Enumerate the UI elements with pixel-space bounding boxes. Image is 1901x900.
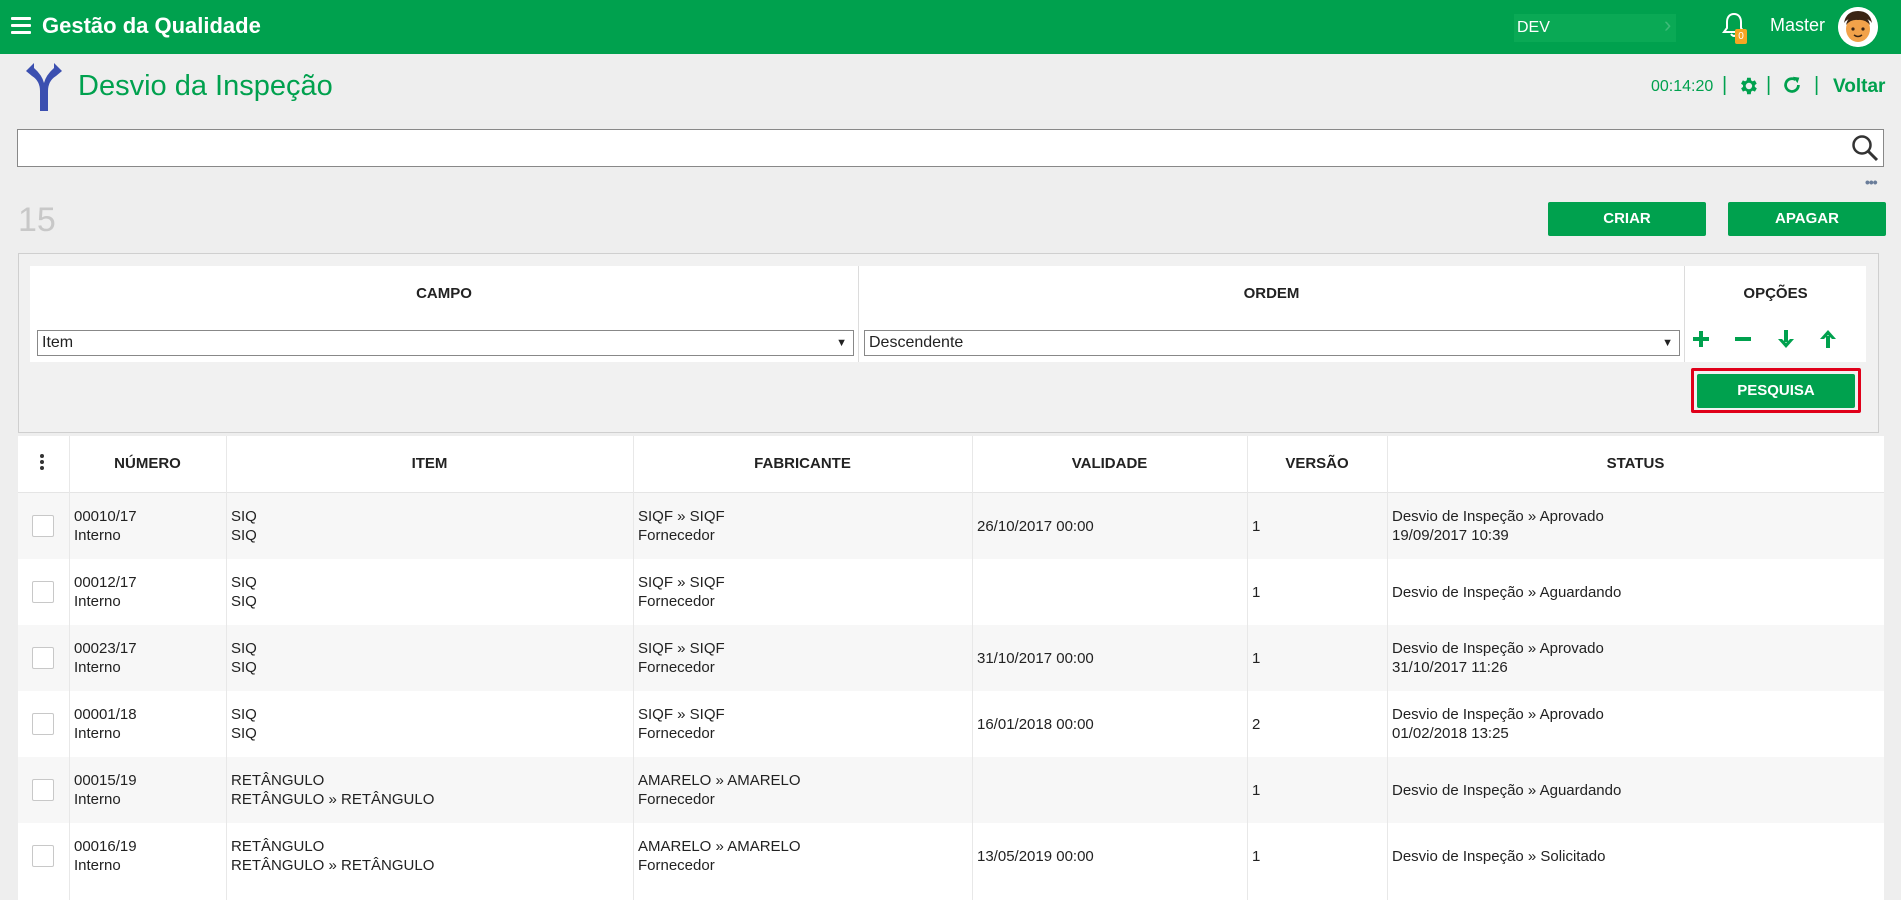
- gear-icon[interactable]: [1737, 75, 1759, 97]
- cell-fabricante: SIQF » SIQF Fornecedor: [638, 706, 725, 742]
- cell-validade: 26/10/2017 00:00: [977, 518, 1094, 535]
- cell-versao: 1: [1252, 518, 1261, 535]
- row-checkbox[interactable]: [32, 581, 54, 603]
- kebab-menu-icon[interactable]: [40, 454, 44, 470]
- cell-numero: 00001/18 Interno: [74, 706, 137, 742]
- back-link[interactable]: Voltar: [1833, 76, 1885, 98]
- search-bar: [17, 129, 1884, 167]
- cell-numero: 00023/17 Interno: [74, 640, 137, 676]
- row-checkbox[interactable]: [32, 713, 54, 735]
- field-select-value: Item: [42, 334, 74, 351]
- column-header-item[interactable]: ITEM: [226, 436, 633, 492]
- cell-numero: 00010/17 Interno: [74, 508, 137, 544]
- field-select[interactable]: Item ▼: [37, 330, 854, 356]
- cell-numero: 00012/17 Interno: [74, 574, 137, 610]
- table-row[interactable]: 00001/18 Interno SIQ SIQ SIQF » SIQF Fornec…: [18, 691, 1884, 757]
- sort-column-campo: CAMPO: [416, 285, 472, 302]
- cell-item: SIQ SIQ: [231, 706, 257, 742]
- cell-item: SIQ SIQ: [231, 508, 257, 544]
- table-row[interactable]: 00010/17 Interno SIQ SIQ SIQF » SIQF Fornec…: [18, 493, 1884, 559]
- cell-numero: 00016/19 Interno: [74, 838, 137, 874]
- column-header-status[interactable]: STATUS: [1387, 436, 1884, 492]
- cell-item: SIQ SIQ: [231, 574, 257, 610]
- cell-status: Desvio de Inspeção » Solicitado: [1392, 848, 1606, 865]
- app-title: Gestão da Qualidade: [42, 13, 261, 38]
- plus-icon[interactable]: [1690, 328, 1712, 350]
- row-checkbox[interactable]: [32, 845, 54, 867]
- cell-validade: 13/05/2019 00:00: [977, 848, 1094, 865]
- cell-fabricante: SIQF » SIQF Fornecedor: [638, 640, 725, 676]
- arrow-up-icon[interactable]: [1817, 328, 1839, 350]
- cell-item: RETÂNGULO RETÂNGULO » RETÂNGULO: [231, 772, 435, 808]
- cell-versao: 1: [1252, 782, 1261, 799]
- search-icon[interactable]: [1851, 134, 1879, 162]
- row-checkbox[interactable]: [32, 515, 54, 537]
- cell-versao: 1: [1252, 650, 1261, 667]
- search-button[interactable]: PESQUISA: [1697, 374, 1855, 408]
- order-select[interactable]: Descendente ▼: [864, 330, 1680, 356]
- column-header-numero[interactable]: NÚMERO: [69, 436, 226, 492]
- create-button[interactable]: CRIAR: [1548, 202, 1706, 236]
- sort-column-opcoes: OPÇÕES: [1743, 285, 1808, 302]
- row-checkbox[interactable]: [32, 779, 54, 801]
- separator: |: [1722, 74, 1728, 96]
- cell-status: Desvio de Inspeção » Aprovado 19/09/2017 …: [1392, 508, 1604, 544]
- environment-selector[interactable]: DEV: [1514, 14, 1676, 42]
- arrow-down-icon[interactable]: [1775, 328, 1797, 350]
- notification-badge: 0: [1735, 29, 1747, 44]
- sort-column-ordem: ORDEM: [1243, 285, 1300, 302]
- cell-numero: 00015/19 Interno: [74, 772, 137, 808]
- cell-status: Desvio de Inspeção » Aprovado 01/02/2018 …: [1392, 706, 1604, 742]
- cell-item: SIQ SIQ: [231, 640, 257, 676]
- avatar[interactable]: [1838, 7, 1878, 47]
- cell-versao: 1: [1252, 848, 1261, 865]
- minus-icon[interactable]: [1732, 328, 1754, 350]
- dropdown-arrow-icon: ▼: [836, 337, 847, 349]
- cell-status: Desvio de Inspeção » Aguardando: [1392, 584, 1622, 601]
- row-checkbox[interactable]: [32, 647, 54, 669]
- delete-button[interactable]: APAGAR: [1728, 202, 1886, 236]
- table-row[interactable]: 00023/17 Interno SIQ SIQ SIQF » SIQF Fornec…: [18, 625, 1884, 691]
- page-title: Desvio da Inspeção: [78, 70, 333, 102]
- top-bar: Gestão da Qualidade DEV › 0 Master: [0, 0, 1901, 54]
- hamburger-menu-icon[interactable]: [11, 17, 31, 35]
- refresh-icon[interactable]: [1781, 74, 1803, 96]
- cell-fabricante: SIQF » SIQF Fornecedor: [638, 508, 725, 544]
- more-options-icon[interactable]: •••: [1865, 174, 1878, 190]
- fork-icon: [26, 63, 62, 111]
- cell-versao: 2: [1252, 716, 1261, 733]
- record-count: 15: [18, 201, 56, 239]
- session-timer: 00:14:20: [1651, 78, 1714, 95]
- cell-status: Desvio de Inspeção » Aguardando: [1392, 782, 1622, 799]
- search-input[interactable]: [18, 130, 1854, 164]
- dropdown-arrow-icon: ▼: [1662, 337, 1673, 349]
- column-header-fabricante[interactable]: FABRICANTE: [633, 436, 972, 492]
- cell-validade: 31/10/2017 00:00: [977, 650, 1094, 667]
- cell-fabricante: AMARELO » AMARELO Fornecedor: [638, 838, 801, 874]
- cell-versao: 1: [1252, 584, 1261, 601]
- separator: |: [1814, 74, 1820, 96]
- table-row[interactable]: 00016/19 Interno RETÂNGULO RETÂNGULO » RET…: [18, 823, 1884, 889]
- cell-fabricante: AMARELO » AMARELO Fornecedor: [638, 772, 801, 808]
- table-header: NÚMERO ITEM FABRICANTE VALIDADE VERSÃO S…: [18, 436, 1884, 493]
- column-header-validade[interactable]: VALIDADE: [972, 436, 1247, 492]
- data-table: NÚMERO ITEM FABRICANTE VALIDADE VERSÃO S…: [18, 436, 1884, 900]
- avatar-image: [1838, 7, 1878, 47]
- column-header-versao[interactable]: VERSÃO: [1247, 436, 1387, 492]
- cell-fabricante: SIQF » SIQF Fornecedor: [638, 574, 725, 610]
- cell-item: RETÂNGULO RETÂNGULO » RETÂNGULO: [231, 838, 435, 874]
- separator: |: [1766, 74, 1772, 96]
- table-row[interactable]: 00012/17 Interno SIQ SIQ SIQF » SIQF Fornec…: [18, 559, 1884, 625]
- sort-header: CAMPO ORDEM OPÇÕES: [30, 266, 1866, 323]
- cell-validade: 16/01/2018 00:00: [977, 716, 1094, 733]
- cell-status: Desvio de Inspeção » Aprovado 31/10/2017 …: [1392, 640, 1604, 676]
- chevron-right-icon[interactable]: ›: [1664, 12, 1671, 38]
- user-name[interactable]: Master: [1770, 15, 1825, 36]
- table-row[interactable]: 00015/19 Interno RETÂNGULO RETÂNGULO » RET…: [18, 757, 1884, 823]
- order-select-value: Descendente: [869, 334, 964, 351]
